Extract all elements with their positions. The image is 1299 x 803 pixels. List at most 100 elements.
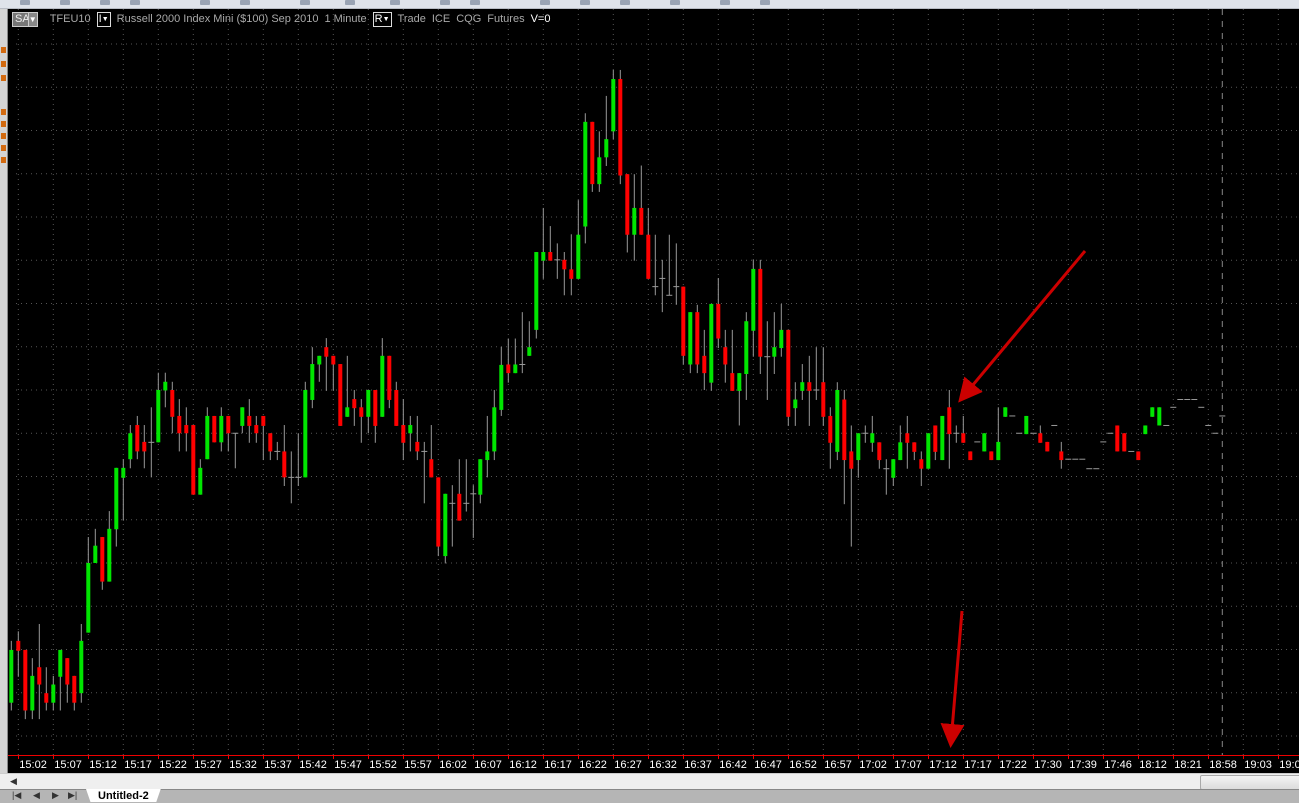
candle [303,381,308,478]
candle-body-up [737,373,742,391]
candle [506,338,511,383]
candle-body-up [604,139,609,158]
candle [16,631,21,677]
toolbar-button[interactable] [240,0,250,5]
candle [100,537,105,590]
candle-body-down [905,433,910,443]
candle [1003,407,1008,417]
candle [541,207,546,279]
candle-body-down [702,355,707,374]
r-menu-button[interactable]: R ▼ [372,11,392,27]
toolbar-button[interactable] [345,0,355,5]
candle-body-down [23,649,28,711]
toolbar-button[interactable] [130,0,140,5]
candle [870,415,875,452]
toolbar-button[interactable] [720,0,730,5]
x-tick-label: 16:07 [474,759,502,771]
candle-body-down [1115,425,1120,452]
tool-icon[interactable] [1,121,6,127]
candle [590,121,595,192]
tool-icon[interactable] [1,157,6,163]
chevron-down-icon: ▼ [382,15,390,23]
tool-icon[interactable] [1,61,6,67]
candle-body-up [1143,425,1148,435]
x-tick-label: 15:12 [89,759,117,771]
scroll-left-icon[interactable]: ◀ [10,776,17,787]
next-icon[interactable]: ▶ [52,790,59,801]
chevron-down-icon[interactable]: ▼ [27,11,38,27]
toolbar-button[interactable] [100,0,110,5]
toolbar-button[interactable] [540,0,550,5]
candle [142,425,147,469]
candle-body-up [891,459,896,478]
candle [519,312,526,374]
candle [611,69,616,140]
candle [380,338,385,417]
candle [457,459,462,521]
candle-body-down [681,286,686,356]
toolbar-button[interactable] [300,0,310,5]
candle [1059,441,1064,469]
candle [673,243,680,305]
candle-body-down [359,407,364,417]
candle [156,372,161,443]
toolbar-button[interactable] [390,0,400,5]
toolbar-button[interactable] [580,0,590,5]
candle-body-down [226,415,231,434]
candle-body-down [786,329,791,417]
candle [261,415,266,461]
prev-icon[interactable]: ◀ [33,790,40,801]
tool-icon[interactable] [1,109,6,115]
toolbar-button[interactable] [200,0,210,5]
x-tick-label: 19:0 [1279,759,1299,771]
x-tick-label: 16:42 [719,759,747,771]
candle-body-down [716,303,721,339]
x-tick-label: 15:02 [19,759,47,771]
instrument-menu-button[interactable]: I ▼ [96,11,111,27]
tab-untitled-2[interactable]: Untitled-2 [86,789,161,802]
candle-body-down [415,441,420,452]
candle [352,390,357,426]
candle-body-up [982,433,987,452]
scrollbar-thumb[interactable] [1200,775,1299,790]
toolbar-button[interactable] [440,0,450,5]
candle-body-down [282,451,287,478]
candle-body-down [695,312,700,365]
candle [44,667,49,711]
candle-body-up [793,399,798,409]
candle [807,355,812,426]
toolbar-button[interactable] [470,0,480,5]
candle-body-down [730,373,735,391]
toolbar-button[interactable] [620,0,630,5]
chart-area[interactable] [8,9,1299,773]
last-icon[interactable]: ▶| [68,790,77,801]
candle [652,234,659,296]
toolbar-button[interactable] [760,0,770,5]
candle-body-down [569,269,574,279]
first-icon[interactable]: |◀ [12,790,21,801]
candle-body-down [65,658,70,685]
horizontal-scrollbar[interactable]: ◀ [0,773,1299,790]
candle-body-up [1157,407,1162,426]
x-tick-label: 17:22 [999,759,1027,771]
toolbar-button[interactable] [60,0,70,5]
tool-icon[interactable] [1,145,6,151]
chevron-down-icon: ▼ [101,15,109,23]
tool-icon[interactable] [1,75,6,81]
left-tool-strip [0,9,8,773]
candle [470,485,477,538]
tool-icon[interactable] [1,133,6,139]
candle [688,312,693,374]
toolbar-button[interactable] [670,0,680,5]
candle [883,459,890,495]
toolbar [0,0,1299,9]
tool-icon[interactable] [1,47,6,53]
candle [1122,433,1127,452]
candle [716,277,721,349]
candle-body-down [457,493,462,521]
candle-body-up [51,684,56,703]
candle-body-up [9,649,14,703]
candle [723,329,728,383]
toolbar-button[interactable] [20,0,30,5]
candlestick-plot [9,9,1299,755]
